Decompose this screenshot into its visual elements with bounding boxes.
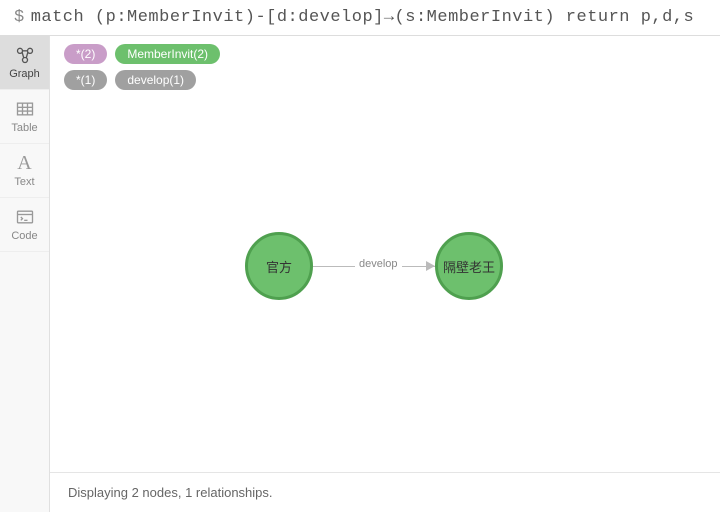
- graph-canvas[interactable]: develop 官方 隔壁老王: [50, 94, 720, 472]
- code-icon: [15, 207, 35, 227]
- tab-code[interactable]: Code: [0, 198, 49, 252]
- prompt-symbol: $: [14, 8, 25, 27]
- tab-table[interactable]: Table: [0, 90, 49, 144]
- tab-text[interactable]: A Text: [0, 144, 49, 198]
- node-label: 隔壁老王: [443, 257, 495, 276]
- rel-filter-row: *(1) develop(1): [50, 68, 720, 94]
- edge-arrow-icon: [426, 261, 435, 271]
- status-footer: Displaying 2 nodes, 1 relationships.: [50, 472, 720, 512]
- filter-pill-develop[interactable]: develop(1): [115, 70, 196, 90]
- status-text: Displaying 2 nodes, 1 relationships.: [68, 485, 273, 500]
- tab-graph[interactable]: Graph: [0, 36, 49, 90]
- filter-pill-memberinvit[interactable]: MemberInvit(2): [115, 44, 220, 64]
- node-label: 官方: [266, 257, 292, 276]
- tab-label: Graph: [9, 68, 40, 80]
- tab-label: Table: [11, 122, 37, 134]
- query-bar[interactable]: $ match (p:MemberInvit)-[d:develop]→(s:Me…: [0, 0, 720, 36]
- text-icon: A: [17, 153, 31, 173]
- edge-label[interactable]: develop: [355, 258, 402, 270]
- graph-node[interactable]: 官方: [245, 232, 313, 300]
- filter-pill-all-rels[interactable]: *(1): [64, 70, 107, 90]
- tab-label: Code: [11, 230, 37, 242]
- content: Graph Table A Text Code *(2) Me: [0, 36, 720, 512]
- filter-pill-all-nodes[interactable]: *(2): [64, 44, 107, 64]
- node-filter-row: *(2) MemberInvit(2): [50, 36, 720, 68]
- graph-node[interactable]: 隔壁老王: [435, 232, 503, 300]
- query-text: match (p:MemberInvit)-[d:develop]→(s:Mem…: [31, 8, 695, 27]
- view-tabs-sidebar: Graph Table A Text Code: [0, 36, 50, 512]
- tab-label: Text: [14, 176, 34, 188]
- main-panel: *(2) MemberInvit(2) *(1) develop(1) deve…: [50, 36, 720, 512]
- graph-icon: [15, 45, 35, 65]
- table-icon: [15, 99, 35, 119]
